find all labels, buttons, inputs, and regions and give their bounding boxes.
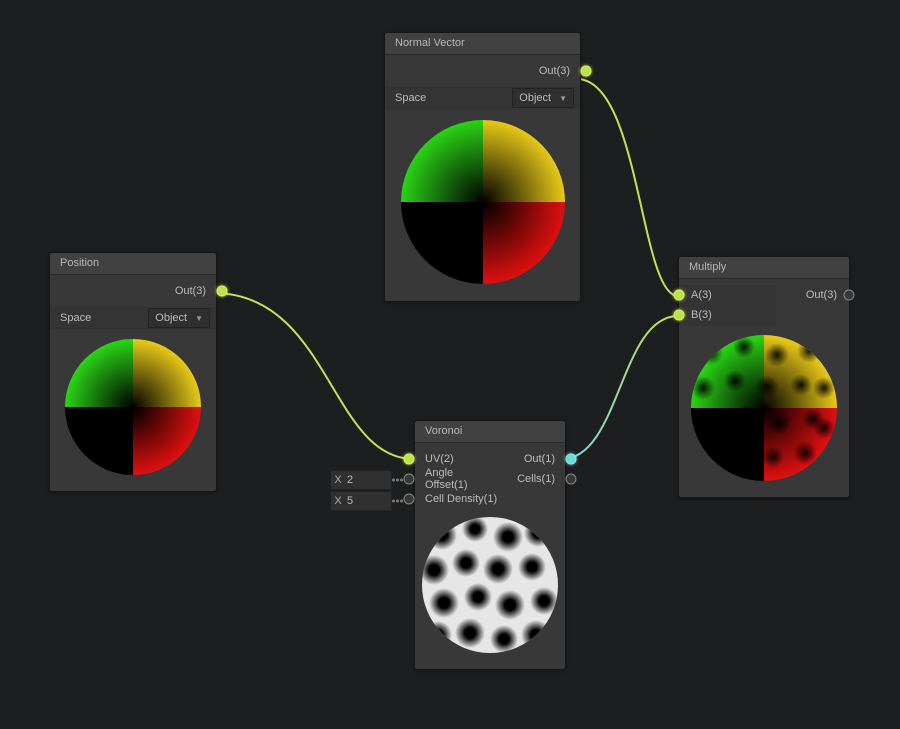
node-normal-vector[interactable]: Normal Vector Out(3) Space Object ▼ [384,32,581,302]
output-row-out: Out(3) [50,281,216,301]
dropdown-value: Object [519,92,551,104]
input-label-angle: Angle Offset(1) [425,467,490,491]
output-row-out: Out(3) [385,61,580,81]
node-title[interactable]: Normal Vector [385,33,580,55]
port-out[interactable] [581,66,592,77]
port-out[interactable] [566,454,577,465]
port-out[interactable] [217,286,228,297]
property-label: Space [56,312,148,324]
node-preview [385,109,580,301]
node-title[interactable]: Voronoi [415,421,565,443]
node-title-label: Position [60,257,99,269]
port-a-in[interactable] [674,290,685,301]
input-label-a: A(3) [691,289,712,301]
node-title-label: Normal Vector [395,37,465,49]
param-cell-density[interactable]: X 5 [330,491,392,511]
param-angle-offset[interactable]: X 2 [330,470,392,490]
chevron-down-icon: ▼ [195,314,203,323]
node-title[interactable]: Position [50,253,216,275]
port-cells[interactable] [566,474,577,485]
node-multiply[interactable]: Multiply A(3) Out(3) B(3) [678,256,850,498]
output-label-out: Out(1) [490,453,555,465]
property-label: Space [391,92,512,104]
chevron-down-icon: ▼ [559,94,567,103]
input-label-density: Cell Density(1) [425,493,555,505]
property-row-space: Space Object ▼ [385,87,580,109]
property-row-space: Space Object ▼ [50,307,216,329]
space-dropdown[interactable]: Object ▼ [512,88,574,108]
param-value: 2 [345,474,391,486]
node-preview [415,509,565,669]
node-preview [679,325,849,497]
node-preview [50,329,216,491]
port-density-in[interactable] [404,494,415,505]
node-title-label: Voronoi [425,425,462,437]
param-x-label: X [331,495,345,507]
space-dropdown[interactable]: Object ▼ [148,308,210,328]
node-title[interactable]: Multiply [679,257,849,279]
param-value: 5 [345,495,391,507]
node-voronoi[interactable]: Voronoi UV(2) Out(1) Angle Offset(1) Cel… [414,420,566,670]
output-label-out: Out(3) [806,289,837,301]
input-label-uv: UV(2) [425,453,490,465]
param-x-label: X [331,474,345,486]
node-title-label: Multiply [689,261,726,273]
port-b-in[interactable] [674,310,685,321]
dropdown-value: Object [155,312,187,324]
drag-handle-icon[interactable] [392,500,403,503]
output-label: Out(3) [60,285,206,297]
output-label: Out(3) [395,65,570,77]
port-uv-in[interactable] [404,454,415,465]
input-label-b: B(3) [691,309,712,321]
port-angle-in[interactable] [404,474,415,485]
drag-handle-icon[interactable] [392,479,403,482]
output-label-cells: Cells(1) [490,473,555,485]
port-out[interactable] [844,290,855,301]
node-position[interactable]: Position Out(3) Space Object ▼ [49,252,217,492]
